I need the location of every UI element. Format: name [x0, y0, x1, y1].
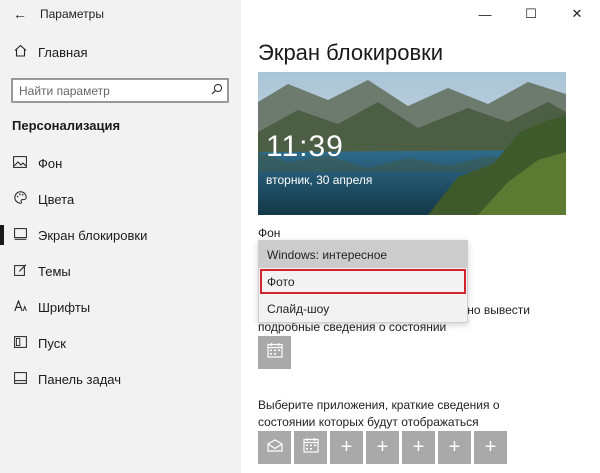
plus-icon: +: [484, 436, 497, 458]
calendar-icon: [302, 437, 319, 458]
lock-screen-icon: [12, 227, 28, 243]
dropdown-option-photo[interactable]: Фото: [259, 268, 467, 295]
plus-icon: +: [376, 436, 389, 458]
home-link[interactable]: Главная: [12, 44, 87, 60]
dropdown-option-windows-spotlight[interactable]: Windows: интересное: [259, 241, 467, 268]
section-title: Персонализация: [12, 118, 121, 133]
lock-screen-preview: 11:39 вторник, 30 апреля: [258, 72, 566, 215]
calendar-icon: [266, 342, 283, 363]
main-content: Экран блокировки 11:39 вторник, 30 апрел…: [258, 0, 588, 473]
sidebar-item-label: Фон: [38, 155, 63, 171]
add-quick-status-app-button[interactable]: +: [366, 431, 399, 464]
sidebar-item-label: Экран блокировки: [38, 227, 148, 243]
mail-icon: [266, 438, 283, 457]
search-box[interactable]: [11, 78, 229, 103]
palette-icon: [12, 191, 28, 207]
choose-apps-text: Выберите приложения, краткие сведения о …: [258, 398, 500, 429]
quick-status-apps: + + + + +: [258, 431, 507, 464]
sidebar-item-start[interactable]: Пуск: [0, 325, 241, 361]
add-quick-status-app-button[interactable]: +: [438, 431, 471, 464]
background-label: Фон: [258, 226, 281, 240]
home-label: Главная: [38, 44, 88, 60]
plus-icon: +: [448, 436, 461, 458]
sidebar: Главная Персонализация Фон Цвета Экран б…: [0, 0, 241, 473]
taskbar-icon: [12, 371, 28, 387]
sidebar-item-colors[interactable]: Цвета: [0, 181, 241, 217]
font-icon: [12, 298, 28, 315]
search-input[interactable]: [13, 80, 207, 101]
add-quick-status-app-button[interactable]: +: [330, 431, 363, 464]
add-quick-status-app-button[interactable]: +: [474, 431, 507, 464]
sidebar-item-lock-screen[interactable]: Экран блокировки: [0, 217, 241, 253]
preview-time: 11:39: [266, 130, 344, 163]
sidebar-item-themes[interactable]: Темы: [0, 253, 241, 289]
sidebar-item-label: Цвета: [38, 191, 75, 207]
sidebar-nav: Фон Цвета Экран блокировки Темы Шрифты П…: [0, 145, 241, 397]
plus-icon: +: [340, 436, 353, 458]
window-title: Параметры: [40, 7, 104, 21]
quick-status-app-calendar[interactable]: [294, 431, 327, 464]
sidebar-item-label: Темы: [38, 263, 71, 279]
dropdown-option-slideshow[interactable]: Слайд-шоу: [259, 295, 467, 322]
sidebar-item-label: Пуск: [38, 335, 66, 351]
preview-date: вторник, 30 апреля: [266, 173, 373, 187]
quick-status-app-mail[interactable]: [258, 431, 291, 464]
home-icon: [12, 44, 28, 60]
sidebar-item-background[interactable]: Фон: [0, 145, 241, 181]
start-icon: [12, 335, 28, 351]
sidebar-item-label: Шрифты: [38, 299, 91, 315]
plus-icon: +: [412, 436, 425, 458]
back-button[interactable]: ←: [0, 0, 40, 28]
add-quick-status-app-button[interactable]: +: [402, 431, 435, 464]
detailed-status-text-partial: жно вывести: [459, 303, 530, 317]
back-arrow-icon: ←: [13, 6, 27, 22]
brush-icon: [12, 263, 28, 279]
background-dropdown[interactable]: Windows: интересное Фото Слайд-шоу: [258, 240, 468, 323]
search-icon[interactable]: [207, 83, 227, 98]
sidebar-item-taskbar[interactable]: Панель задач: [0, 361, 241, 397]
sidebar-item-label: Панель задач: [38, 371, 122, 387]
image-icon: [12, 155, 28, 171]
page-title: Экран блокировки: [258, 40, 444, 65]
sidebar-item-fonts[interactable]: Шрифты: [0, 289, 241, 325]
detailed-status-app-button[interactable]: [258, 336, 291, 369]
